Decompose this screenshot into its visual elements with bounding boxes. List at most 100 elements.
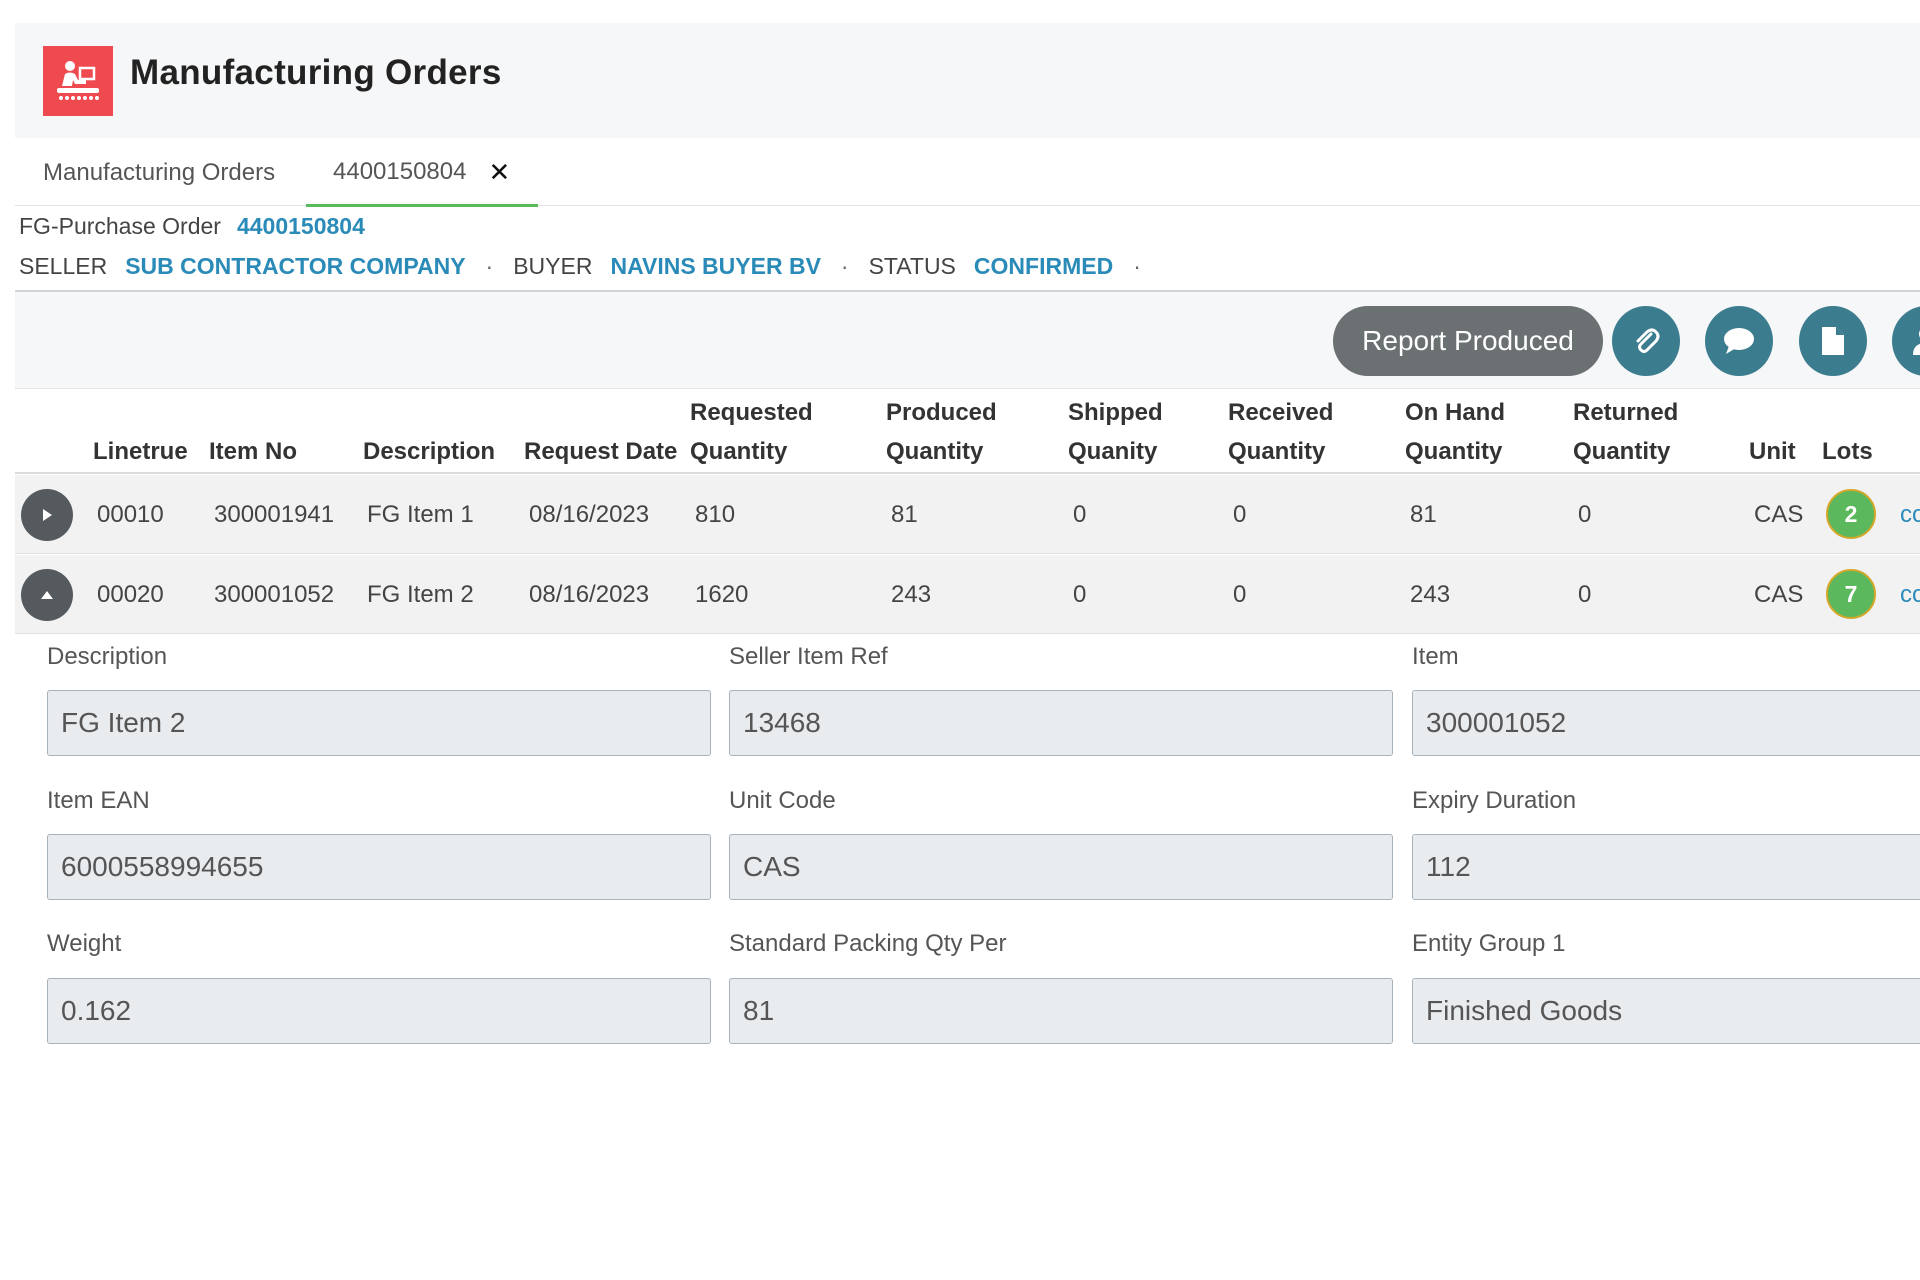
standard-packing-field[interactable]: 81 <box>729 978 1393 1044</box>
cell-requested: 810 <box>695 500 736 528</box>
item-ean-field[interactable]: 6000558994655 <box>47 834 711 900</box>
close-icon[interactable]: ✕ <box>488 157 510 188</box>
cell-request-date: 08/16/2023 <box>529 500 650 528</box>
document-icon[interactable] <box>1799 306 1867 376</box>
header-line: Quantity <box>1573 438 1671 465</box>
col-requested-quantity[interactable]: Requested Quantity <box>690 393 813 471</box>
item-field[interactable]: 300001052 <box>1412 690 1920 756</box>
col-request-date[interactable]: Request Date <box>524 432 677 471</box>
factory-worker-icon <box>43 46 113 116</box>
col-lots[interactable]: Lots <box>1822 432 1873 471</box>
cell-returned: 0 <box>1578 580 1592 608</box>
page-title: Manufacturing Orders <box>130 53 502 92</box>
col-shipped-quantity[interactable]: Shipped Quanity <box>1068 393 1163 471</box>
entity-group-field[interactable]: Finished Goods <box>1412 978 1920 1044</box>
unit-code-field[interactable]: CAS <box>729 834 1393 900</box>
table-row[interactable]: 00020 300001052 FG Item 2 08/16/2023 162… <box>15 555 1920 634</box>
table-row[interactable]: 00010 300001941 FG Item 1 08/16/2023 810… <box>15 475 1920 554</box>
col-returned-quantity[interactable]: Returned Quantity <box>1573 393 1678 471</box>
separator: · <box>840 253 849 279</box>
col-produced-quantity[interactable]: Produced Quantity <box>886 393 997 471</box>
cell-received: 0 <box>1233 580 1247 608</box>
col-description[interactable]: Description <box>363 432 495 471</box>
weight-field[interactable]: 0.162 <box>47 978 711 1044</box>
expiry-duration-field[interactable]: 112 <box>1412 834 1920 900</box>
action-toolbar: Report Produced <box>15 292 1920 389</box>
lots-badge[interactable]: 7 <box>1826 569 1876 619</box>
tab-bar: Manufacturing Orders 4400150804 ✕ <box>15 140 1920 207</box>
header-line: On Hand <box>1405 399 1505 426</box>
seller-item-ref-label: Seller Item Ref <box>729 643 888 670</box>
order-meta: SELLER SUB CONTRACTOR COMPANY · BUYER NAVINS… <box>19 253 1161 280</box>
col-unit[interactable]: Unit <box>1749 432 1796 471</box>
header-line: Requested <box>690 399 813 426</box>
buyer-label: BUYER <box>513 253 593 279</box>
paperclip-icon[interactable] <box>1612 306 1680 376</box>
cell-description: FG Item 1 <box>367 500 474 528</box>
status-label: STATUS <box>868 253 956 279</box>
row-link[interactable]: co <box>1900 475 1920 554</box>
lots-badge[interactable]: 2 <box>1826 489 1876 539</box>
cell-line: 00010 <box>97 500 164 528</box>
header-line: Quantity <box>1228 438 1326 465</box>
description-label: Description <box>47 643 168 670</box>
seller-link[interactable]: SUB CONTRACTOR COMPANY <box>125 253 465 279</box>
header-line: Shipped <box>1068 399 1163 426</box>
header-line: Returned <box>1573 399 1679 426</box>
cell-on-hand: 81 <box>1410 500 1437 528</box>
item-ean-label: Item EAN <box>47 787 150 814</box>
item-label: Item <box>1412 643 1459 670</box>
user-icon[interactable] <box>1892 306 1920 376</box>
buyer-link[interactable]: NAVINS BUYER BV <box>610 253 820 279</box>
cell-line: 00020 <box>97 580 164 608</box>
col-on-hand-quantity[interactable]: On Hand Quantity <box>1405 393 1505 471</box>
unit-code-label: Unit Code <box>729 787 836 814</box>
tab-order-4400150804[interactable]: 4400150804 ✕ <box>306 140 538 207</box>
cell-returned: 0 <box>1578 500 1592 528</box>
expiry-duration-label: Expiry Duration <box>1412 787 1577 814</box>
col-linetrue[interactable]: Linetrue <box>93 432 188 471</box>
header-line: Quanity <box>1068 438 1158 465</box>
col-item-no[interactable]: Item No <box>209 432 297 471</box>
row-link[interactable]: co <box>1900 555 1920 634</box>
description-field[interactable]: FG Item 2 <box>47 690 711 756</box>
cell-description: FG Item 2 <box>367 580 474 608</box>
cell-request-date: 08/16/2023 <box>529 580 650 608</box>
cell-on-hand: 243 <box>1410 580 1451 608</box>
header-line: Quantity <box>886 438 984 465</box>
seller-item-ref-field[interactable]: 13468 <box>729 690 1393 756</box>
tab-manufacturing-orders[interactable]: Manufacturing Orders <box>43 140 275 206</box>
tab-label: Manufacturing Orders <box>43 159 276 186</box>
tab-label: 4400150804 <box>333 158 467 185</box>
separator: · <box>1133 253 1141 279</box>
status-value: CONFIRMED <box>973 253 1114 279</box>
cell-produced: 81 <box>891 500 918 528</box>
comment-icon[interactable] <box>1705 306 1773 376</box>
order-number-line: FG-Purchase Order 4400150804 <box>19 213 365 240</box>
header-line: Received <box>1228 399 1334 426</box>
order-number-link[interactable]: 4400150804 <box>237 213 365 239</box>
cell-received: 0 <box>1233 500 1247 528</box>
cell-unit: CAS <box>1754 500 1804 528</box>
table-header: Linetrue Item No Description Request Dat… <box>15 390 1920 474</box>
header-line: Quantity <box>690 438 788 465</box>
weight-label: Weight <box>47 930 122 957</box>
cell-item-no: 300001052 <box>214 580 335 608</box>
collapse-icon[interactable] <box>21 569 73 621</box>
standard-packing-label: Standard Packing Qty Per <box>729 930 1007 957</box>
header-line: Quantity <box>1405 438 1503 465</box>
seller-label: SELLER <box>19 253 108 279</box>
cell-item-no: 300001941 <box>214 500 335 528</box>
order-type-label: FG-Purchase Order <box>19 213 221 239</box>
cell-unit: CAS <box>1754 580 1804 608</box>
entity-group-label: Entity Group 1 <box>1412 930 1566 957</box>
page-header: Manufacturing Orders <box>15 23 1920 138</box>
cell-shipped: 0 <box>1073 500 1087 528</box>
separator: · <box>485 253 494 279</box>
cell-requested: 1620 <box>695 580 749 608</box>
report-produced-button[interactable]: Report Produced <box>1333 306 1603 376</box>
expand-icon[interactable] <box>21 489 73 541</box>
col-received-quantity[interactable]: Received Quantity <box>1228 393 1333 471</box>
cell-produced: 243 <box>891 580 932 608</box>
cell-shipped: 0 <box>1073 580 1087 608</box>
